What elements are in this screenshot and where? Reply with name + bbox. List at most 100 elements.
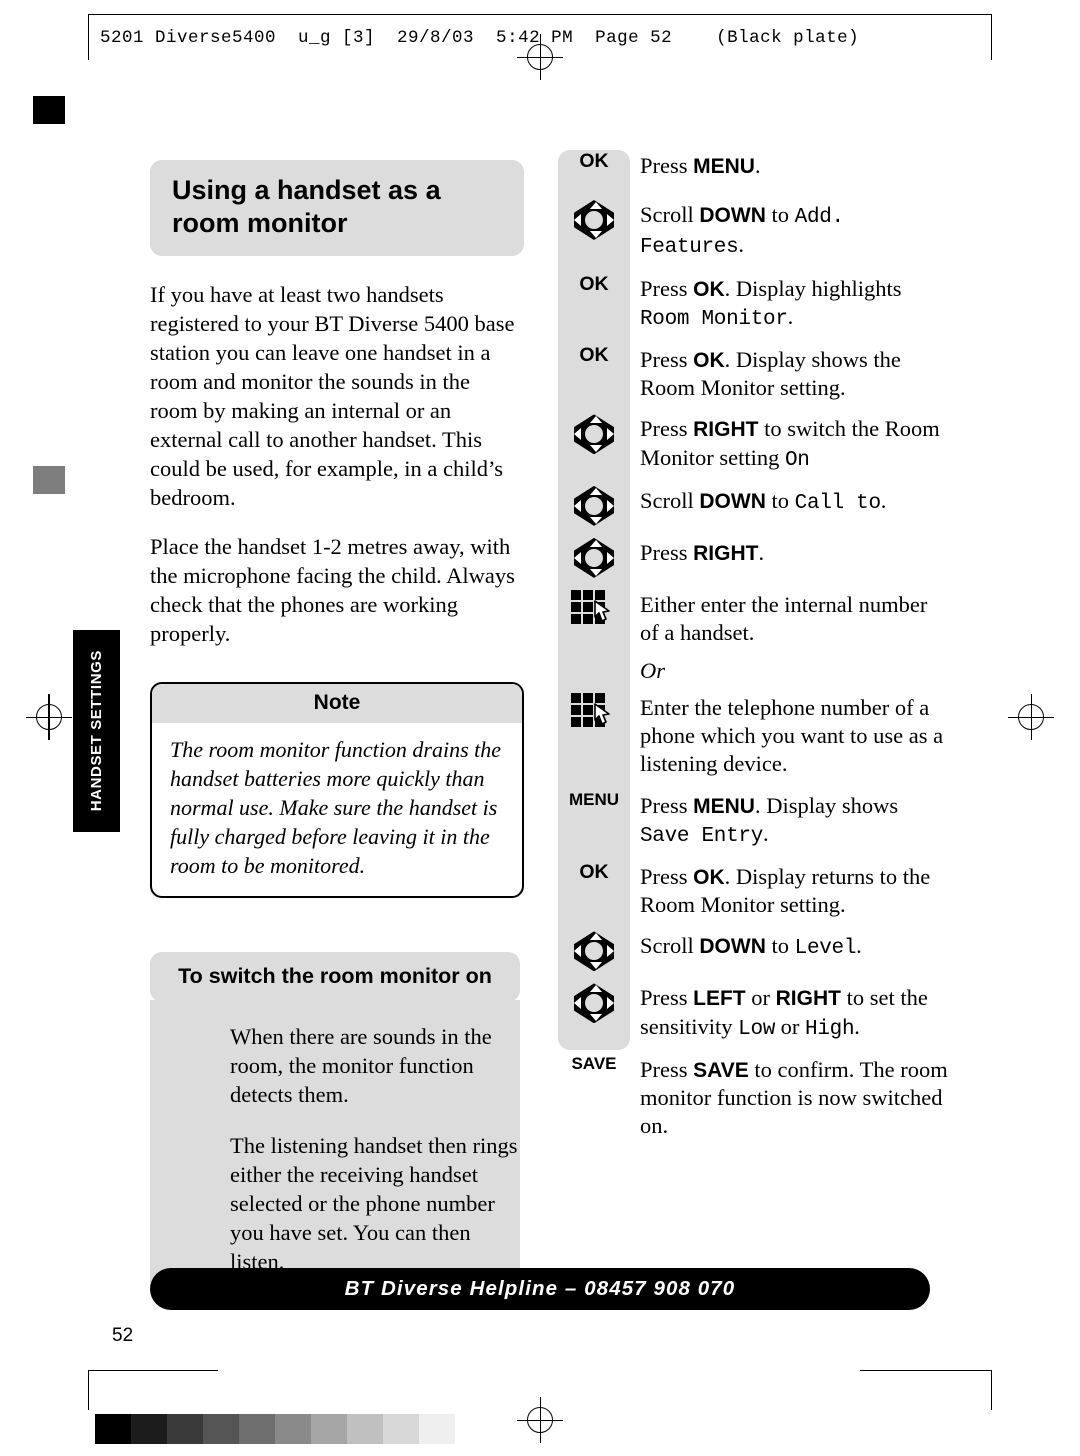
- navigation-pad-icon[interactable]: [572, 414, 616, 455]
- print-header: 5201 Diverse5400 u_g [3] 29/8/03 5:42 PM…: [100, 28, 860, 48]
- instruction-step: OK Press OK. Display shows the Room Monit…: [558, 344, 950, 402]
- grayscale-swatch: [275, 1414, 311, 1444]
- step-text-segment: LEFT: [693, 987, 746, 1011]
- step-text: Either enter the internal number of a ha…: [640, 589, 950, 647]
- step-text-segment: Level: [794, 937, 857, 961]
- registration-mark-top: [517, 34, 563, 80]
- step-text-segment: Call to: [794, 491, 881, 515]
- crop-mark-bottom-left: [88, 1370, 89, 1410]
- step-text-segment: Press: [640, 539, 694, 565]
- step-text-segment: DOWN: [699, 204, 766, 227]
- instruction-step: SAVE Press SAVE to confirm. The room moni…: [558, 1054, 950, 1141]
- instruction-step: MENU Press MENU. Display shows Save Entry…: [558, 790, 950, 851]
- step-key-cell: SAVE: [558, 1054, 630, 1074]
- instruction-step: Press LEFT or RIGHT to set the sensitivi…: [558, 982, 950, 1043]
- instruction-step: OK Press MENU.: [558, 150, 950, 188]
- registration-mark-left: [26, 694, 72, 740]
- step-text-segment: Either enter the internal number of a ha…: [640, 591, 928, 645]
- step-text: Press RIGHT.: [640, 537, 764, 567]
- step-text-segment: RIGHT: [775, 987, 841, 1011]
- step-text-segment: to: [765, 933, 795, 959]
- step-text-segment: RIGHT: [693, 418, 759, 442]
- step-text: Press RIGHT to switch the Room Monitor s…: [640, 413, 950, 474]
- step-key-cell: OK: [558, 861, 630, 883]
- grayscale-swatch: [203, 1414, 239, 1444]
- instruction-step: Scroll DOWN to Call to.: [558, 485, 950, 526]
- step-text-segment: Press: [640, 985, 694, 1011]
- step-text-segment: .: [880, 487, 887, 513]
- page-title-banner: Using a handset as a room monitor: [150, 160, 524, 256]
- instruction-step: Enter the telephone number of a phone wh…: [558, 692, 950, 778]
- instruction-step: Press RIGHT.: [558, 537, 950, 578]
- subsection: To switch the room monitor on When there…: [150, 952, 522, 1303]
- page-title: Using a handset as a room monitor: [172, 175, 441, 238]
- key-button-menu[interactable]: MENU: [569, 790, 619, 810]
- step-key-cell: MENU: [558, 790, 630, 810]
- step-text-segment: to: [765, 202, 795, 227]
- step-text-segment: MENU: [693, 155, 755, 178]
- hand-pointer-icon: [594, 600, 610, 622]
- step-text-segment: OK: [693, 277, 725, 301]
- subsection-body: When there are sounds in the room, the m…: [150, 1000, 520, 1303]
- key-button-ok[interactable]: OK: [579, 273, 608, 295]
- note-text: The room monitor function drains the han…: [170, 737, 502, 879]
- note-heading: Note: [152, 684, 522, 724]
- step-text-segment: Press: [640, 416, 694, 442]
- step-text-segment: Press: [640, 792, 694, 818]
- subsection-paragraph-1: When there are sounds in the room, the m…: [230, 1024, 492, 1108]
- grayscale-calibration-strip: [95, 1414, 455, 1444]
- instruction-step: Scroll DOWN to Level.: [558, 930, 950, 972]
- step-text: Scroll DOWN to Add. Features.: [640, 199, 950, 262]
- step-key-cell: [558, 589, 630, 628]
- step-key-cell: OK: [558, 273, 630, 295]
- key-button-ok[interactable]: OK: [579, 150, 608, 172]
- alternative-or-label: Or: [640, 658, 666, 684]
- step-text-segment: .: [738, 232, 745, 258]
- step-text: Press MENU. Display shows Save Entry.: [640, 790, 950, 851]
- instruction-step-list: OK Press MENU. Scroll DOWN to Add. Feature…: [558, 150, 950, 1140]
- step-text: Press OK. Display shows the Room Monitor…: [640, 344, 950, 402]
- grayscale-swatch: [419, 1414, 455, 1444]
- step-text-segment: .: [854, 1013, 860, 1039]
- step-text-segment: Save Entry: [640, 824, 764, 848]
- step-key-cell: [558, 199, 630, 240]
- page-canvas: 5201 Diverse5400 u_g [3] 29/8/03 5:42 PM…: [0, 0, 1080, 1456]
- step-text-segment: to: [765, 487, 795, 513]
- intro-paragraph-2: Place the handset 1-2 metres away, with …: [150, 534, 515, 647]
- grayscale-swatch: [383, 1414, 419, 1444]
- crop-mark-bottom-right: [991, 1370, 992, 1410]
- instruction-step: Press RIGHT to switch the Room Monitor s…: [558, 413, 950, 474]
- note-box: Note The room monitor function drains th…: [150, 682, 524, 899]
- key-button-ok[interactable]: OK: [579, 344, 608, 366]
- navigation-pad-icon[interactable]: [572, 931, 616, 972]
- step-text-segment: Enter the telephone number of a phone wh…: [640, 695, 944, 777]
- step-text-segment: OK: [693, 866, 725, 889]
- hand-pointer-icon: [594, 703, 610, 725]
- navigation-pad-icon[interactable]: [572, 200, 616, 240]
- grayscale-swatch: [347, 1414, 383, 1444]
- step-text-segment: .: [763, 820, 769, 846]
- grayscale-swatch: [239, 1414, 275, 1444]
- key-button-ok[interactable]: OK: [579, 861, 608, 883]
- registration-mark-bottom: [517, 1397, 563, 1443]
- step-text-segment: Press: [640, 1056, 694, 1082]
- step-text-segment: OK: [693, 349, 725, 372]
- keypad-icon[interactable]: [571, 589, 617, 628]
- step-text-segment: . Display highlights: [724, 275, 902, 301]
- step-text-segment: Press: [640, 153, 694, 178]
- navigation-pad-icon[interactable]: [572, 983, 616, 1024]
- navigation-pad-icon[interactable]: [572, 537, 616, 578]
- subsection-heading: To switch the room monitor on: [150, 952, 520, 1003]
- key-button-save[interactable]: SAVE: [571, 1054, 616, 1074]
- step-text-segment: Scroll: [640, 487, 700, 513]
- crop-rule-bottom-left: [88, 1370, 218, 1371]
- grayscale-swatch: [167, 1414, 203, 1444]
- step-text-segment: MENU: [693, 794, 755, 818]
- crop-mark-right: [991, 14, 992, 60]
- step-text-segment: .: [758, 539, 765, 565]
- step-text: Press SAVE to confirm. The room monitor …: [640, 1054, 950, 1141]
- keypad-icon[interactable]: [571, 693, 617, 731]
- navigation-pad-icon[interactable]: [572, 485, 616, 526]
- grayscale-swatch: [95, 1414, 131, 1444]
- step-text-segment: Room Monitor: [640, 307, 788, 331]
